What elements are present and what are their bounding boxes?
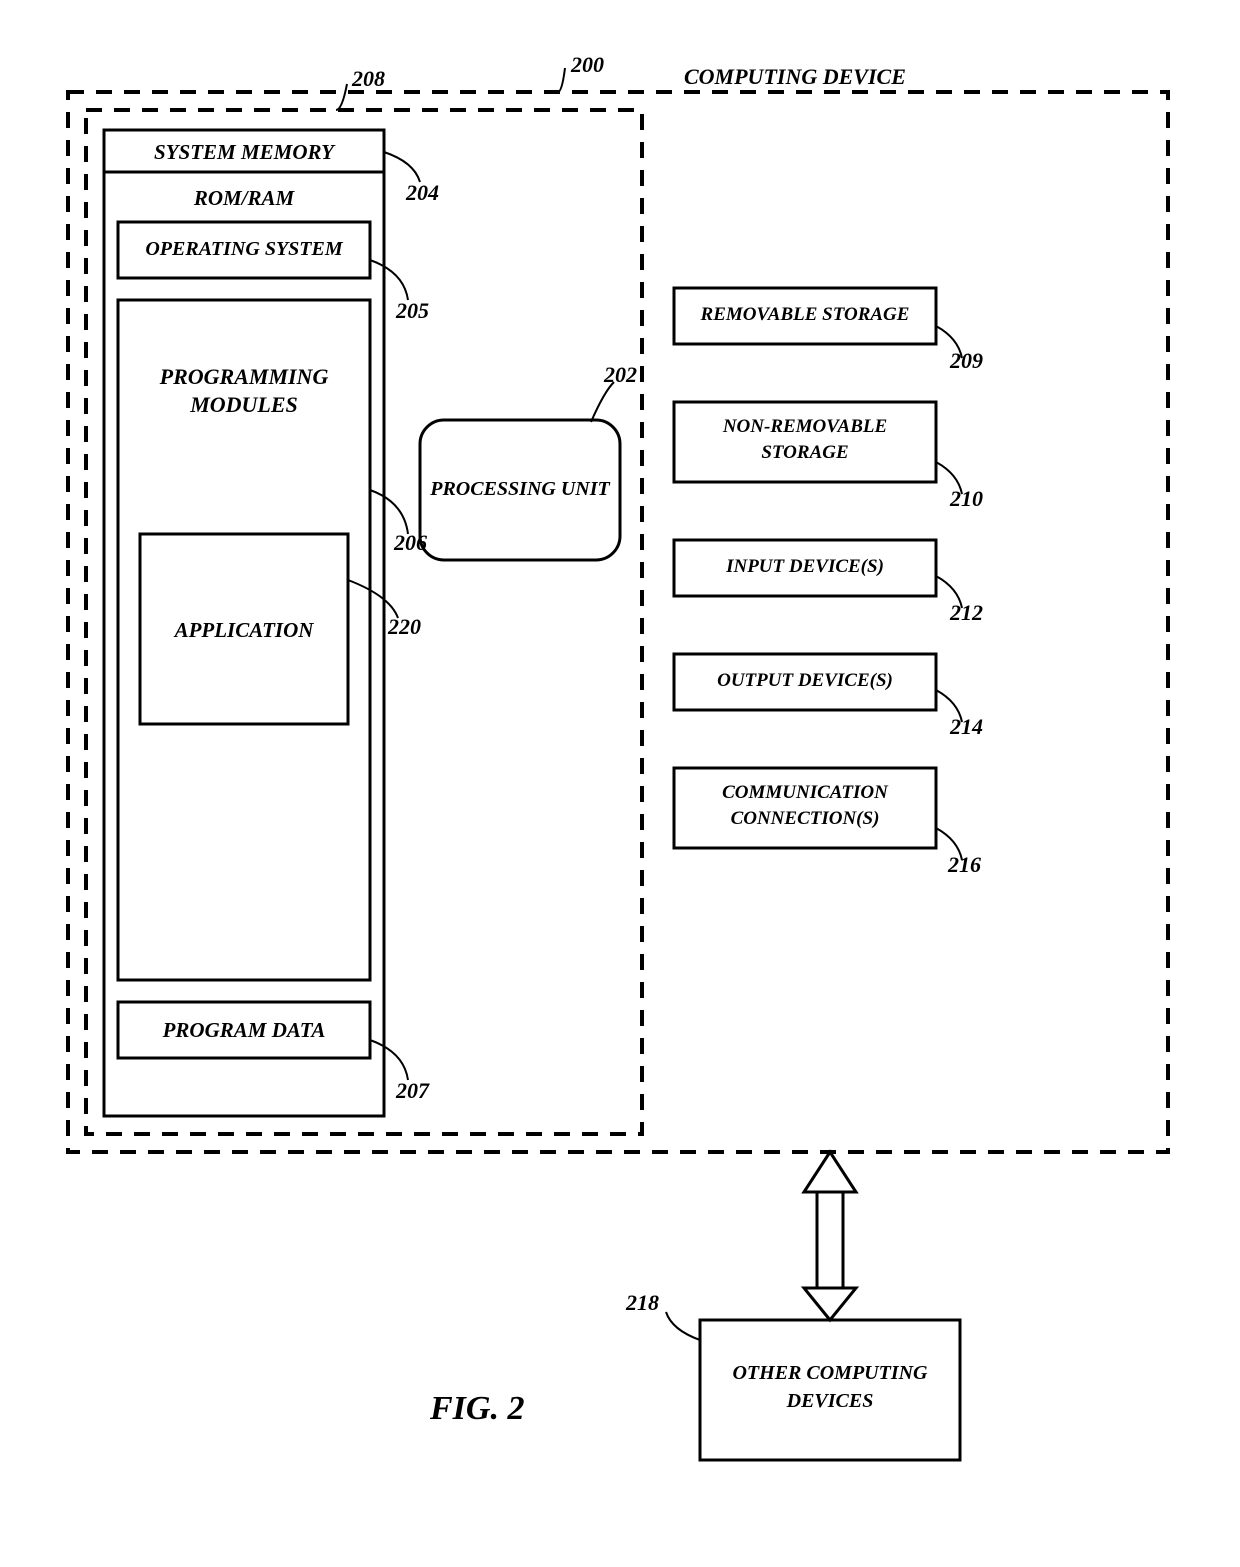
ref-204: 204 [406, 180, 439, 206]
other-computing-devices-label-1: OTHER COMPUTING [700, 1362, 960, 1385]
ref-200: 200 [571, 52, 604, 78]
ref-218: 218 [626, 1290, 659, 1316]
ref-206: 206 [394, 530, 427, 556]
system-memory-label: SYSTEM MEMORY [104, 140, 384, 165]
ref-208: 208 [352, 66, 385, 92]
ref-220: 220 [388, 614, 421, 640]
programming-modules-label-1: PROGRAMMING [118, 364, 370, 390]
rom-ram-label: ROM/RAM [104, 186, 384, 211]
double-arrow-down-icon [804, 1288, 856, 1320]
input-devices-label: INPUT DEVICE(S) [674, 556, 936, 578]
computing-device-title: COMPUTING DEVICE [684, 64, 906, 90]
ref-214: 214 [950, 714, 983, 740]
diagram-svg [0, 0, 1240, 1567]
operating-system-label: OPERATING SYSTEM [118, 238, 370, 261]
application-label: APPLICATION [140, 618, 348, 643]
output-devices-label: OUTPUT DEVICE(S) [674, 670, 936, 692]
communication-connections-label-2: CONNECTION(S) [674, 808, 936, 830]
ref-212: 212 [950, 600, 983, 626]
ref-209: 209 [950, 348, 983, 374]
ref-207: 207 [396, 1078, 429, 1104]
ref-205: 205 [396, 298, 429, 324]
communication-connections-label-1: COMMUNICATION [674, 782, 936, 804]
program-data-label: PROGRAM DATA [118, 1018, 370, 1043]
ref-210: 210 [950, 486, 983, 512]
non-removable-storage-label-1: NON-REMOVABLE [674, 416, 936, 438]
double-arrow-up-icon [804, 1152, 856, 1192]
ref-202: 202 [604, 362, 637, 388]
other-computing-devices-label-2: DEVICES [700, 1390, 960, 1413]
removable-storage-label: REMOVABLE STORAGE [674, 304, 936, 326]
figure-caption: FIG. 2 [430, 1390, 524, 1428]
non-removable-storage-label-2: STORAGE [674, 442, 936, 464]
ref-216: 216 [948, 852, 981, 878]
processing-unit-label: PROCESSING UNIT [420, 478, 620, 501]
programming-modules-label-2: MODULES [118, 392, 370, 418]
double-arrow-shaft [817, 1190, 843, 1290]
diagram-stage: COMPUTING DEVICE 200 208 SYSTEM MEMORY R… [0, 0, 1240, 1567]
